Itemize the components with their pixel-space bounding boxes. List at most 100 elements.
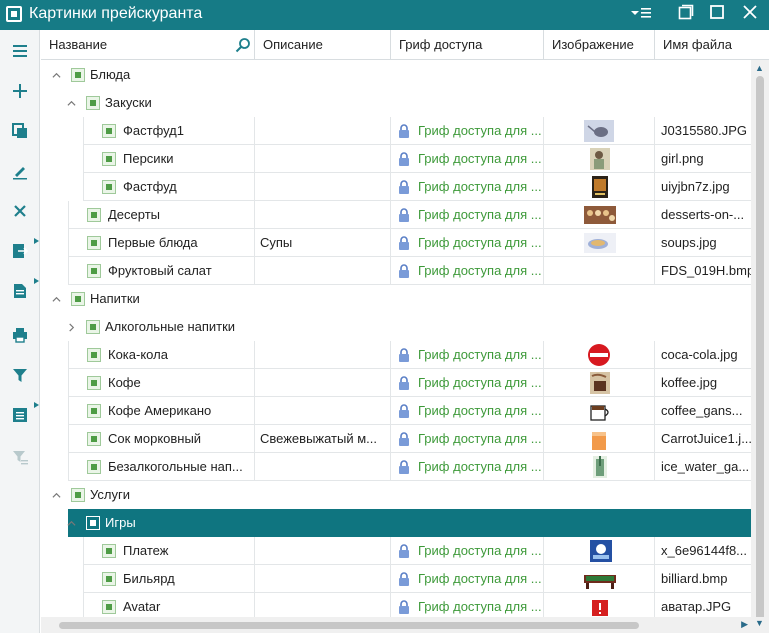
cell-image[interactable] xyxy=(544,173,655,201)
table-row[interactable]: Десерты Гриф доступа для ... desserts-on-.… xyxy=(41,201,751,229)
table-row[interactable]: Кока-кола Гриф доступа для ... coca-cola.j… xyxy=(41,341,751,369)
cell-image[interactable] xyxy=(544,257,655,285)
table-row[interactable]: Платеж Гриф доступа для ... x_6e96144f8... xyxy=(41,537,751,565)
cell-image[interactable] xyxy=(544,117,655,145)
cell-description[interactable] xyxy=(255,145,391,173)
list-button[interactable] xyxy=(0,400,40,430)
cell-file[interactable]: ice_water_ga... xyxy=(655,453,751,481)
table-row[interactable]: Кофе Гриф доступа для ... koffee.jpg xyxy=(41,369,751,397)
cell-access[interactable]: Гриф доступа для ... xyxy=(391,593,544,617)
cell-access[interactable]: Гриф доступа для ... xyxy=(391,117,544,145)
delete-button[interactable] xyxy=(0,196,40,226)
cell-image[interactable] xyxy=(544,341,655,369)
tree-group-row[interactable]: Алкогольные напитки xyxy=(41,313,751,341)
cell-description[interactable] xyxy=(255,593,391,617)
column-header-image[interactable]: Изображение xyxy=(544,30,655,60)
cell-name[interactable]: Кофе xyxy=(68,369,255,397)
table-row[interactable]: Сок морковный Свежевыжатый м... Гриф досту… xyxy=(41,425,751,453)
hamburger-menu-button[interactable] xyxy=(0,36,40,66)
cell-image[interactable] xyxy=(544,565,655,593)
column-header-description[interactable]: Описание xyxy=(255,30,391,60)
cell-access[interactable]: Гриф доступа для ... xyxy=(391,425,544,453)
cell-access[interactable]: Гриф доступа для ... xyxy=(391,229,544,257)
tree-expander[interactable] xyxy=(64,89,78,117)
cell-file[interactable]: coca-cola.jpg xyxy=(655,341,751,369)
cell-file[interactable]: desserts-on-... xyxy=(655,201,751,229)
vertical-scrollbar[interactable]: ▲ xyxy=(751,60,769,633)
column-header-name[interactable]: Название xyxy=(41,30,255,60)
cell-name[interactable]: Первые блюда xyxy=(68,229,255,257)
scroll-up-icon[interactable]: ▲ xyxy=(755,63,765,73)
cell-image[interactable] xyxy=(544,453,655,481)
cell-access[interactable]: Гриф доступа для ... xyxy=(391,145,544,173)
scroll-down-icon[interactable]: ▼ xyxy=(755,618,764,628)
table-row[interactable]: Фруктовый салат Гриф доступа для ... FDS_0… xyxy=(41,257,751,285)
tree-group-row[interactable]: Закуски xyxy=(41,89,751,117)
cell-access[interactable]: Гриф доступа для ... xyxy=(391,397,544,425)
edit-button[interactable] xyxy=(0,156,40,186)
cell-file[interactable]: coffee_gans... xyxy=(655,397,751,425)
cell-name[interactable]: Платеж xyxy=(83,537,255,565)
cell-file[interactable]: CarrotJuice1.j... xyxy=(655,425,751,453)
tree-expander[interactable] xyxy=(64,509,78,537)
cell-description[interactable]: Супы xyxy=(255,229,391,257)
cell-description[interactable] xyxy=(255,173,391,201)
cell-name[interactable]: Кока-кола xyxy=(68,341,255,369)
close-icon[interactable] xyxy=(737,3,763,27)
table-row[interactable]: Фастфуд1 Гриф доступа для ... J0315580.JPG xyxy=(41,117,751,145)
cell-image[interactable] xyxy=(544,537,655,565)
cell-name[interactable]: Десерты xyxy=(68,201,255,229)
table-row[interactable]: Avatar Гриф доступа для ... аватар.JPG xyxy=(41,593,751,617)
cell-name[interactable]: Персики xyxy=(83,145,255,173)
cell-name[interactable]: Фруктовый салат xyxy=(68,257,255,285)
tree-group-row[interactable]: Напитки xyxy=(41,285,751,313)
cell-access[interactable]: Гриф доступа для ... xyxy=(391,537,544,565)
scroll-right-icon[interactable]: ▶ xyxy=(741,619,748,630)
cell-file[interactable]: soups.jpg xyxy=(655,229,751,257)
cell-file[interactable]: uiyjbn7z.jpg xyxy=(655,173,751,201)
tree-expander[interactable] xyxy=(49,61,63,89)
cell-access[interactable]: Гриф доступа для ... xyxy=(391,201,544,229)
copy-button[interactable] xyxy=(0,116,40,146)
cell-file[interactable]: girl.png xyxy=(655,145,751,173)
cell-image[interactable] xyxy=(544,369,655,397)
horizontal-scrollbar[interactable]: ▶ xyxy=(41,617,751,633)
cell-access[interactable]: Гриф доступа для ... xyxy=(391,173,544,201)
document-button[interactable] xyxy=(0,276,40,306)
cell-image[interactable] xyxy=(544,425,655,453)
column-header-file[interactable]: Имя файла xyxy=(655,30,751,60)
cell-description[interactable]: Свежевыжатый м... xyxy=(255,425,391,453)
cell-access[interactable]: Гриф доступа для ... xyxy=(391,453,544,481)
cell-description[interactable] xyxy=(255,369,391,397)
cell-file[interactable]: x_6e96144f8... xyxy=(655,537,751,565)
export-button[interactable] xyxy=(0,236,40,266)
table-row[interactable]: Фастфуд Гриф доступа для ... uiyjbn7z.jpg xyxy=(41,173,751,201)
cell-file[interactable]: J0315580.JPG xyxy=(655,117,751,145)
table-row[interactable]: Персики Гриф доступа для ... girl.png xyxy=(41,145,751,173)
cell-description[interactable] xyxy=(255,565,391,593)
tree-group-row[interactable]: Услуги xyxy=(41,481,751,509)
cell-name[interactable]: Сок морковный xyxy=(68,425,255,453)
cell-access[interactable]: Гриф доступа для ... xyxy=(391,369,544,397)
cell-description[interactable] xyxy=(255,453,391,481)
cell-name[interactable]: Фастфуд1 xyxy=(83,117,255,145)
table-row[interactable]: Кофе Американо Гриф доступа для ... coffee… xyxy=(41,397,751,425)
cell-image[interactable] xyxy=(544,201,655,229)
cell-file[interactable]: koffee.jpg xyxy=(655,369,751,397)
cell-file[interactable]: FDS_019H.bmp xyxy=(655,257,751,285)
search-icon[interactable] xyxy=(234,36,252,54)
cell-access[interactable]: Гриф доступа для ... xyxy=(391,565,544,593)
cell-description[interactable] xyxy=(255,397,391,425)
cell-image[interactable] xyxy=(544,229,655,257)
clear-filter-button[interactable] xyxy=(0,442,40,472)
cell-description[interactable] xyxy=(255,201,391,229)
tree-expander[interactable] xyxy=(49,285,63,313)
table-row[interactable]: Первые блюда Супы Гриф доступа для ... soup… xyxy=(41,229,751,257)
restore-icon[interactable] xyxy=(673,3,699,27)
cell-image[interactable] xyxy=(544,397,655,425)
horizontal-scroll-thumb[interactable] xyxy=(59,622,639,629)
cell-file[interactable]: billiard.bmp xyxy=(655,565,751,593)
tree-group-row[interactable]: Блюда xyxy=(41,61,751,89)
cell-access[interactable]: Гриф доступа для ... xyxy=(391,341,544,369)
tree-group-row[interactable]: Игры xyxy=(41,509,751,537)
